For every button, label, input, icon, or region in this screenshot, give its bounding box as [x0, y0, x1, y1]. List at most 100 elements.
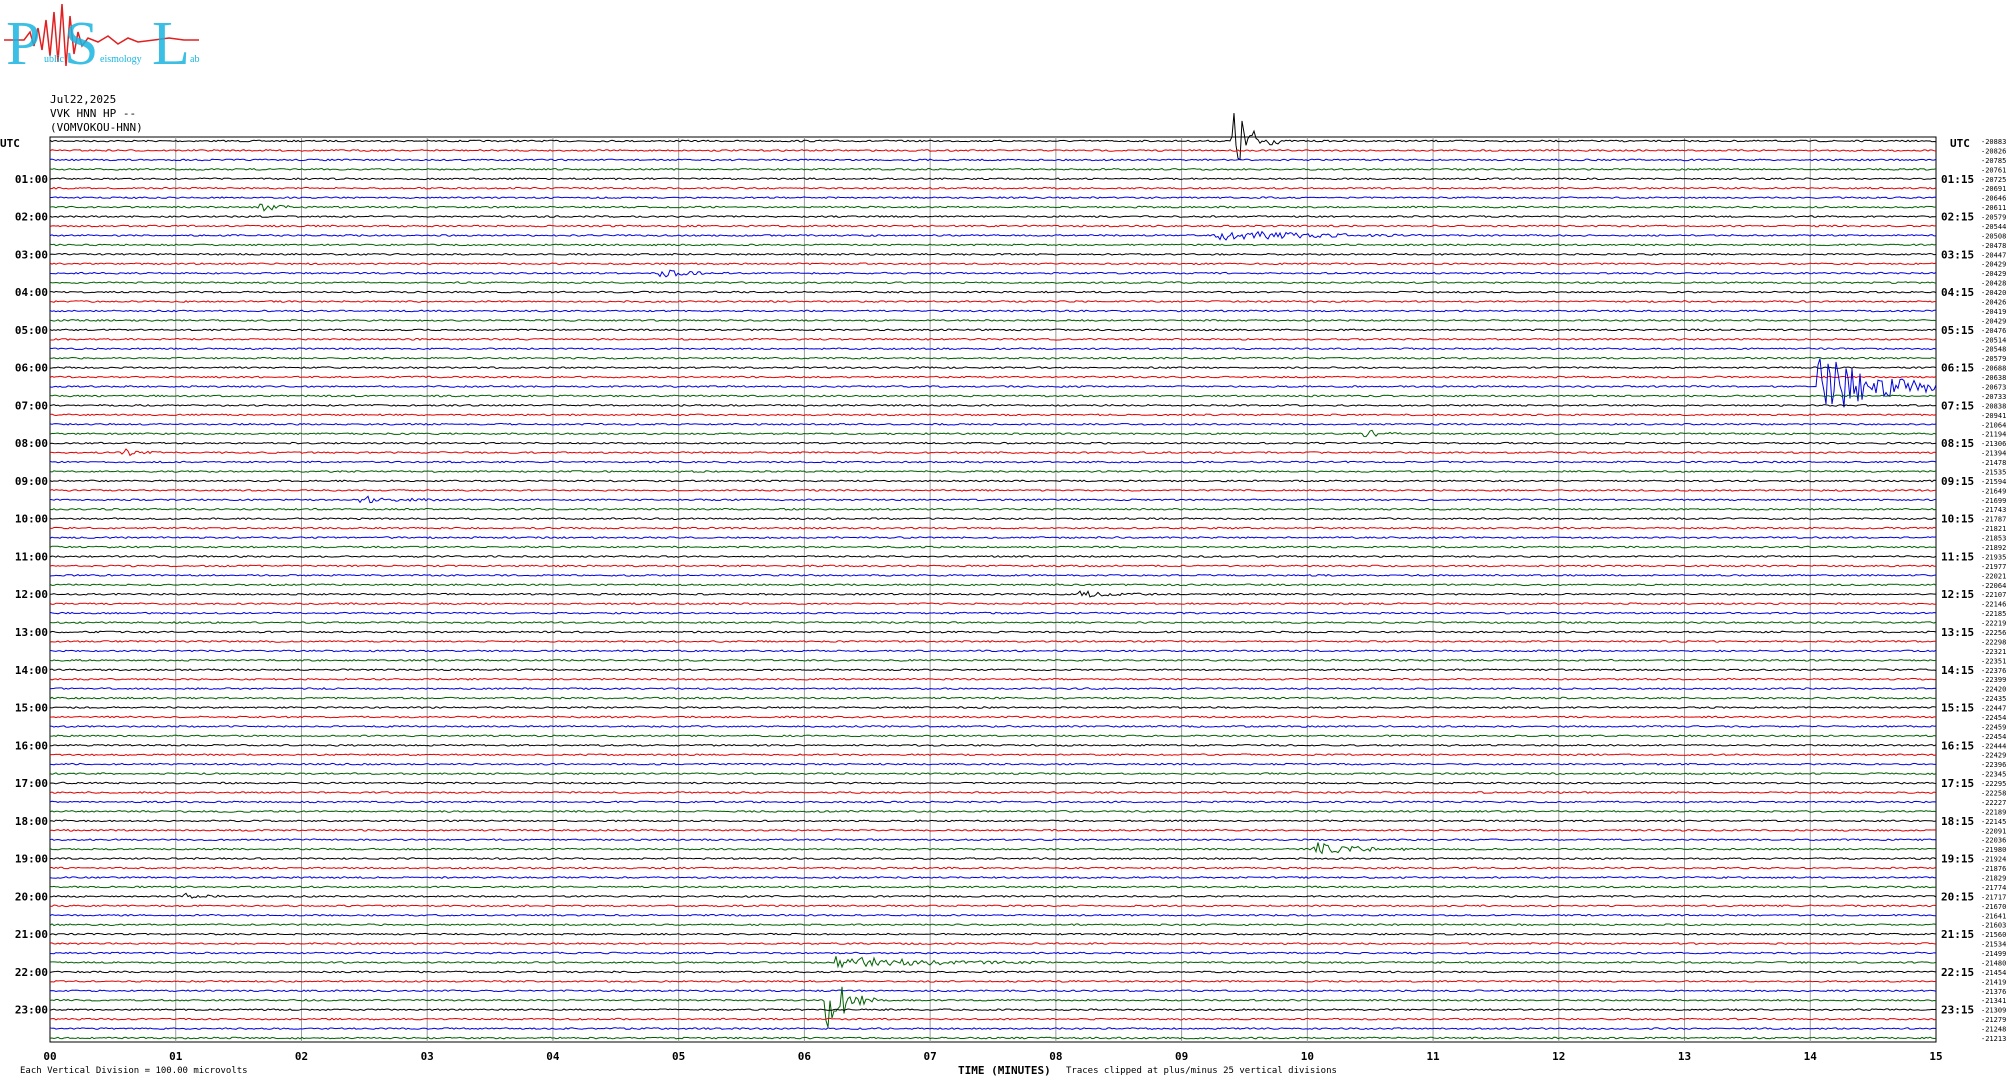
row-offset-label: -21774 [1981, 884, 2006, 892]
trace-row [49, 970, 1937, 974]
trace-row [49, 375, 1937, 379]
trace-row [49, 715, 1937, 719]
row-offset-label: -21787 [1981, 516, 2006, 524]
trace-row [49, 429, 1937, 438]
trace-row [49, 640, 1937, 643]
x-tick-label: 14 [1804, 1050, 1818, 1063]
row-offset-label: -20420 [1981, 289, 2006, 297]
right-time-label: 05:15 [1941, 324, 1974, 337]
x-tick-label: 03 [421, 1050, 434, 1063]
row-offset-label: -20478 [1981, 242, 2006, 250]
row-offset-label: -21279 [1981, 1016, 2006, 1024]
trace-row [49, 725, 1937, 728]
station-name: (VOMVOKOU-HNN) [50, 121, 143, 134]
right-time-label: 02:15 [1941, 211, 1974, 224]
trace-row [49, 394, 1937, 398]
row-offset-label: -21480 [1981, 959, 2006, 967]
right-time-label: 17:15 [1941, 777, 1974, 790]
right-time-label: 21:15 [1941, 928, 1974, 941]
trace-row [49, 819, 1937, 823]
row-offset-label: -21309 [1981, 1007, 2006, 1015]
row-offset-label: -21534 [1981, 941, 2006, 949]
trace-row [49, 555, 1937, 558]
trace-row [49, 696, 1937, 700]
row-offset-label: -20883 [1981, 138, 2006, 146]
trace-row [49, 526, 1937, 530]
trace-row [49, 951, 1937, 955]
trace-row [49, 956, 1937, 969]
row-offset-label: -21717 [1981, 893, 2006, 901]
trace-row [49, 838, 1937, 842]
trace-row [49, 460, 1937, 464]
row-offset-label: -21535 [1981, 468, 2006, 476]
row-offset-label: -21603 [1981, 922, 2006, 930]
trace-row [49, 300, 1937, 303]
row-offset-label: -20429 [1981, 261, 2006, 269]
logo-word-public: ublic [44, 54, 65, 65]
row-offset-label: -22459 [1981, 723, 2006, 731]
left-time-label: 08:00 [15, 437, 48, 450]
row-offset-label: -20447 [1981, 251, 2006, 259]
trace-row [49, 243, 1937, 247]
trace-row [49, 536, 1937, 539]
row-offset-label: -22399 [1981, 676, 2006, 684]
row-offset-label: -20579 [1981, 355, 2006, 363]
row-offset-label: -20785 [1981, 157, 2006, 165]
left-time-label: 19:00 [15, 853, 48, 866]
logo-letter-p: P [6, 10, 40, 72]
x-axis-ticks: 00 01 02 03 04 05 06 07 08 09 10 11 12 13 14 15 [43, 1050, 1942, 1063]
right-time-label: 22:15 [1941, 966, 1974, 979]
row-offset-label: -21853 [1981, 535, 2006, 543]
trace-row [49, 630, 1937, 634]
row-offset-label: -20514 [1981, 336, 2006, 344]
left-time-label: 06:00 [15, 362, 48, 375]
helicorder-chart: 00 01 02 03 04 05 06 07 08 09 10 11 12 13 14 15 01:00 02… [15, 113, 2006, 1063]
trace-row [49, 602, 1936, 606]
right-time-label: 03:15 [1941, 248, 1974, 261]
row-offset-label: -21892 [1981, 544, 2006, 552]
row-offset-label: -20638 [1981, 374, 2006, 382]
record-date: Jul22,2025 [50, 93, 117, 106]
right-time-label: 01:15 [1941, 173, 1974, 186]
channel-code: VVK HNN HP -- [50, 107, 137, 120]
left-axis-title: UTC [0, 137, 20, 150]
trace-row [49, 762, 1936, 766]
row-offset-label: -22444 [1981, 742, 2006, 750]
row-offset-label: -20548 [1981, 346, 2006, 354]
trace-row [49, 495, 1937, 504]
trace-row [50, 857, 1937, 861]
trace-row [49, 668, 1937, 672]
trace-row [49, 262, 1937, 266]
trace-row [49, 658, 1937, 662]
row-offset-label: -22420 [1981, 686, 2006, 694]
left-time-label: 13:00 [15, 626, 48, 639]
left-time-label: 22:00 [15, 966, 48, 979]
trace-row [49, 230, 1936, 241]
scale-note: Each Vertical Division = 100.00 microvol… [20, 1066, 248, 1076]
row-offset-label: -22351 [1981, 657, 2006, 665]
row-offset-label: -20826 [1981, 147, 2006, 155]
row-offset-label: -22295 [1981, 780, 2006, 788]
trace-row [49, 611, 1937, 615]
left-time-label: 17:00 [15, 777, 48, 790]
trace-row [49, 203, 1936, 212]
row-offset-label: -22064 [1981, 582, 2006, 590]
row-offset-label: -21499 [1981, 950, 2006, 958]
logo-word-lab: ab [190, 54, 199, 65]
trace-row [49, 621, 1937, 624]
left-time-label: 18:00 [15, 815, 48, 828]
traces [49, 113, 1937, 1040]
right-time-label: 14:15 [1941, 664, 1974, 677]
psl-logo: P S L ublic eismology ab [4, 3, 199, 72]
trace-row [49, 809, 1937, 813]
row-offset-label: -21248 [1981, 1026, 2006, 1034]
left-time-label: 10:00 [15, 513, 48, 526]
trace-row [49, 488, 1937, 492]
trace-row [49, 942, 1937, 945]
trace-row [49, 687, 1937, 691]
trace-row [49, 215, 1937, 218]
row-offset-label: -22454 [1981, 714, 2006, 722]
left-time-labels: 01:00 02:00 03:00 04:00 05:00 06:00 07:00 08:00… [15, 173, 48, 1017]
trace-row [49, 507, 1937, 511]
right-time-label: 18:15 [1941, 815, 1974, 828]
